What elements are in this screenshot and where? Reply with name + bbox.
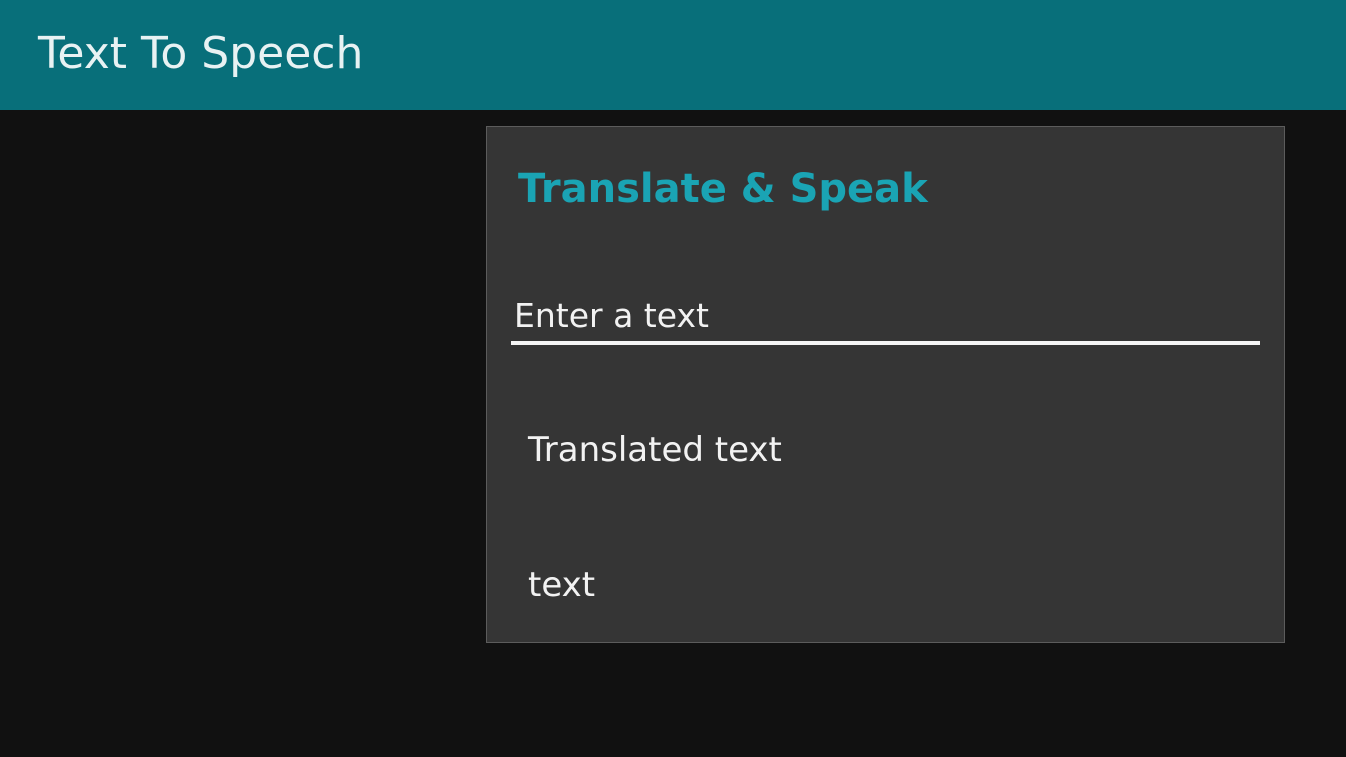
app-window: Text To Speech Translate & Speak Transla… xyxy=(0,0,1346,757)
translated-text-label: Translated text xyxy=(528,430,782,470)
translate-speak-panel: Translate & Speak Translated text text xyxy=(486,126,1285,643)
text-input[interactable] xyxy=(511,289,1260,345)
app-header: Text To Speech xyxy=(0,0,1346,110)
app-title: Text To Speech xyxy=(38,28,364,79)
output-text: text xyxy=(528,565,596,605)
panel-title: Translate & Speak xyxy=(518,166,928,212)
